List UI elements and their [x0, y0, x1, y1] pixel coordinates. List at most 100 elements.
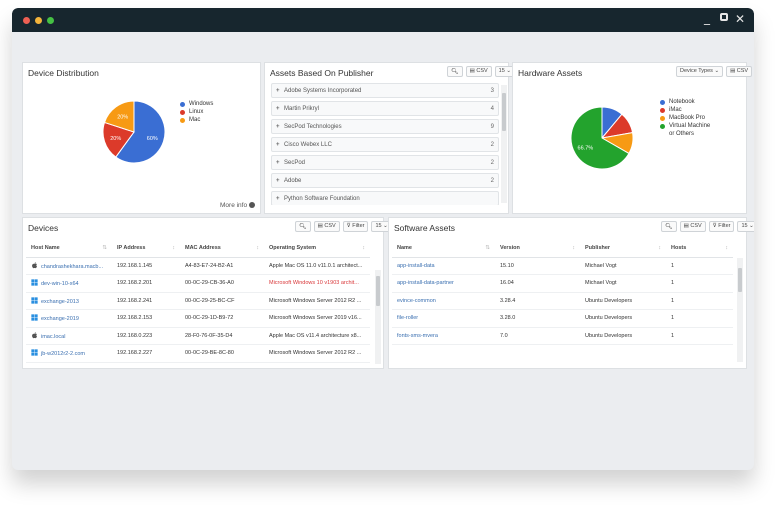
table-row[interactable]: file-roller 3.28.0 Ubuntu Developers 1 [392, 309, 733, 328]
sort-icon[interactable]: ↕ [256, 245, 259, 251]
publisher-item[interactable]: + SecPod 2 [271, 155, 499, 170]
hardware-assets-legend: Notebook iMac MacBook Pro Virtual Machine or… [660, 98, 710, 138]
expand-plus-icon[interactable]: + [276, 178, 284, 184]
devices-csv-button[interactable]: ▤ CSV [313, 221, 340, 232]
search-icon[interactable]: 🔍︎ [295, 221, 311, 232]
table-row[interactable]: exchange-2019 192.168.2.153 00-0C-29-1D-B9… [26, 309, 370, 328]
legend-item: Notebook [660, 98, 710, 106]
column-header[interactable]: Host Name ⇅ [26, 240, 112, 258]
publisher-count: 4 [490, 105, 494, 112]
column-header[interactable]: IP Address ↕ [112, 240, 180, 258]
table-cell-host[interactable]: jb-w2012r2-2.com [26, 344, 112, 363]
sort-icon[interactable]: ↕ [362, 245, 365, 251]
table-cell-name[interactable]: evince-common [392, 292, 495, 310]
legend-label-line: iMac [669, 107, 682, 113]
csv-label: CSV [690, 223, 702, 229]
publisher-item[interactable]: + Martin Prikryl 4 [271, 101, 499, 116]
sort-icon[interactable]: ⇅ [102, 245, 107, 251]
maximize-dot-icon[interactable] [47, 17, 54, 24]
table-cell-host[interactable]: exchange-2019 [26, 309, 112, 328]
expand-plus-icon[interactable]: + [276, 142, 284, 148]
table-cell-publisher: Ubuntu Developers [580, 309, 666, 328]
column-header[interactable]: Publisher ↕ [580, 240, 666, 258]
publishers-csv-button[interactable]: ▤ CSV [465, 66, 492, 77]
table-row[interactable]: exchange-2013 192.168.2.241 00-0C-29-25-BC… [26, 292, 370, 310]
sort-icon[interactable]: ↕ [725, 245, 728, 251]
expand-plus-icon[interactable]: + [276, 88, 284, 94]
table-row[interactable]: app-install-data-partner 16.04 Michael Vog… [392, 274, 733, 293]
column-header[interactable]: Operating System ↕ [264, 240, 370, 258]
cell-text: Michael Vogt [585, 280, 617, 287]
more-info-label: More info [220, 202, 248, 209]
sort-icon[interactable]: ↕ [572, 245, 575, 251]
software-page-size-select[interactable]: 15 ⌄ [737, 221, 754, 232]
sort-icon[interactable]: ↕ [172, 245, 175, 251]
software-csv-button[interactable]: ▤ CSV [679, 221, 706, 232]
column-header[interactable]: MAC Address ↕ [180, 240, 264, 258]
table-header-row: Host Name ⇅ IP Address ↕ MAC Address ↕ Operati… [26, 240, 370, 258]
legend-label: MacBook Pro [669, 114, 705, 122]
table-cell-name[interactable]: app-install-data-partner [392, 274, 495, 293]
expand-plus-icon[interactable]: + [276, 124, 284, 130]
table-row[interactable]: chandrashekhara.macb... 192.168.1.145 A4-8… [26, 257, 370, 275]
table-row[interactable]: jb-w2012r2-2.com 192.168.2.227 00-0C-29-BE… [26, 344, 370, 363]
expand-plus-icon[interactable]: + [276, 106, 284, 112]
table-cell-name[interactable]: app-install-data [392, 257, 495, 275]
publisher-item[interactable]: + SecPod Technologies 9 [271, 119, 499, 134]
table-cell-system: Apple Mac OS 11.0 v11.0.1 architect... [264, 257, 370, 275]
publisher-item[interactable]: + Cisco Webex LLC 2 [271, 137, 499, 152]
expand-plus-icon[interactable]: + [276, 160, 284, 166]
minimize-dot-icon[interactable] [35, 17, 42, 24]
table-cell-host[interactable]: exchange-2013 [26, 292, 112, 310]
devices-scrollbar[interactable] [375, 270, 381, 364]
table-cell-mac: 00-0C-29-25-BC-CF [180, 292, 264, 310]
cell-text: Apple Mac OS v11.4 architecture x8... [269, 332, 362, 339]
table-cell-ip: 192.168.2.227 [112, 344, 180, 363]
scroll-thumb[interactable] [376, 276, 380, 306]
table-row[interactable]: imac.local 192.168.0.223 28-F0-76-0F-35-D4… [26, 327, 370, 345]
column-header[interactable]: Hosts ↕ [666, 240, 733, 258]
publisher-item[interactable]: + Adobe Systems Incorporated 3 [271, 83, 499, 98]
close-icon[interactable]: ✕ [735, 12, 745, 26]
table-cell-host[interactable]: imac.local [26, 327, 112, 345]
table-cell-ip: 192.168.0.223 [112, 327, 180, 345]
table-cell-host[interactable]: dev-win-10-x64 [26, 274, 112, 293]
table-cell-publisher: Michael Vogt [580, 257, 666, 275]
apple-icon [32, 262, 38, 268]
column-header[interactable]: Name ⇅ [392, 240, 495, 258]
scroll-thumb[interactable] [738, 268, 742, 292]
table-cell-system: Apple Mac OS v11.4 architecture x8... [264, 327, 370, 345]
publisher-item[interactable]: + Adobe 2 [271, 173, 499, 188]
column-header[interactable]: Version ↕ [495, 240, 580, 258]
page-size-value: 15 [741, 223, 748, 229]
table-row[interactable]: fonts-sms-mvera 7.0 Ubuntu Developers 1 [392, 327, 733, 345]
scroll-thumb[interactable] [502, 93, 506, 131]
sort-icon[interactable]: ↕ [658, 245, 661, 251]
device-distribution-pie-chart: 60% 20% 20% [102, 100, 166, 164]
software-scrollbar[interactable] [737, 258, 743, 362]
close-dot-icon[interactable] [23, 17, 30, 24]
software-filter-button[interactable]: ⊽ Filter [708, 221, 735, 232]
table-row[interactable]: dev-win-10-x64 192.168.2.201 00-0C-29-CB-3… [26, 274, 370, 293]
cell-text: Ubuntu Developers [585, 332, 633, 339]
table-row[interactable]: app-install-data 15.10 Michael Vogt 1 [392, 257, 733, 275]
table-cell-mac: 00-0C-29-1D-B9-72 [180, 309, 264, 328]
sort-icon[interactable]: ⇅ [485, 245, 490, 251]
csv-label: CSV [324, 223, 336, 229]
more-info-link[interactable]: More info [220, 202, 255, 209]
column-header-label: Operating System [269, 245, 317, 252]
publisher-count: 3 [490, 87, 494, 94]
expand-plus-icon[interactable]: + [276, 196, 284, 202]
minimize-icon[interactable]: _ [704, 11, 710, 25]
legend-label-line: MacBook Pro [669, 115, 706, 121]
devices-filter-button[interactable]: ⊽ Filter [342, 221, 369, 232]
publishers-scrollbar[interactable] [501, 85, 507, 203]
table-cell-name[interactable]: fonts-sms-mvera [392, 327, 495, 345]
table-cell-host[interactable]: chandrashekhara.macb... [26, 257, 112, 275]
search-icon[interactable]: 🔍︎ [447, 66, 463, 77]
maximize-icon[interactable] [720, 13, 728, 21]
table-row[interactable]: evince-common 3.28.4 Ubuntu Developers 1 [392, 292, 733, 310]
table-cell-name[interactable]: file-roller [392, 309, 495, 328]
search-icon[interactable]: 🔍︎ [661, 221, 677, 232]
publisher-item[interactable]: + Python Software Foundation [271, 191, 499, 205]
